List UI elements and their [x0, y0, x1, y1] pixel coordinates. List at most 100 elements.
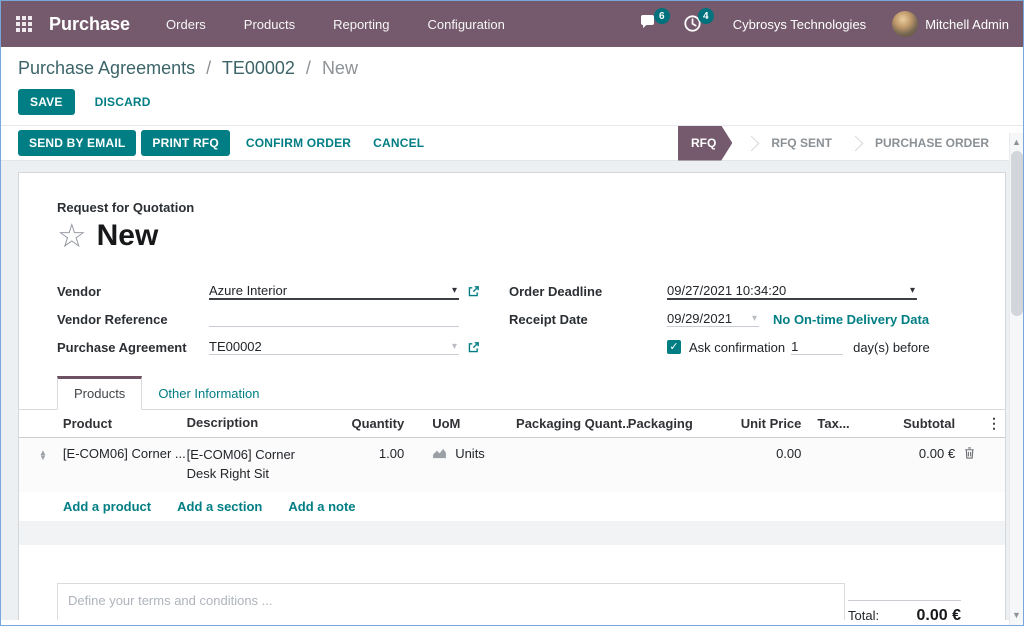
stage-chevron-icon: [848, 135, 864, 151]
content-area: Request for Quotation ☆ New Vendor Azure…: [1, 161, 1023, 620]
stage-rfq[interactable]: RFQ: [678, 126, 732, 161]
activities-badge: 4: [698, 8, 714, 24]
cancel-button[interactable]: CANCEL: [362, 130, 435, 156]
totals-box: Total: 0.00 €: [848, 600, 961, 620]
app-name[interactable]: Purchase: [49, 14, 130, 35]
navbar-right: 6 4 Cybrosys Technologies Mitchell Admin: [639, 11, 1009, 37]
cell-uom-value: Units: [455, 446, 485, 461]
terms-and-conditions-input[interactable]: Define your terms and conditions ...: [57, 583, 845, 620]
apps-grid-icon[interactable]: [16, 16, 33, 33]
doc-type-label: Request for Quotation: [19, 173, 1005, 215]
cell-unit-price[interactable]: 0.00: [720, 446, 802, 461]
vendor-dropdown-icon[interactable]: ▾: [452, 285, 459, 296]
total-value: 0.00 €: [917, 607, 961, 620]
form-sheet: Request for Quotation ☆ New Vendor Azure…: [18, 172, 1006, 620]
cell-product[interactable]: [E-COM06] Corner ...: [63, 446, 187, 461]
vendor-external-link-icon[interactable]: [467, 285, 480, 298]
empty-stripe-row: [19, 521, 1005, 545]
messages-icon[interactable]: 6: [639, 14, 661, 34]
order-deadline-field[interactable]: 09/27/2021 10:34:20 ▾: [667, 283, 917, 300]
vendor-reference-field[interactable]: [209, 311, 459, 327]
purchase-agreement-value[interactable]: TE00002: [209, 339, 262, 354]
header-packaging-quantity: Packaging Quant...: [502, 416, 628, 431]
favorite-star-icon[interactable]: ☆: [57, 219, 87, 253]
delete-row-cell: [955, 446, 983, 463]
receipt-date-value[interactable]: 09/29/2021: [667, 311, 732, 326]
breadcrumb-current: New: [322, 58, 358, 78]
add-a-note-link[interactable]: Add a note: [288, 499, 355, 514]
send-by-email-button[interactable]: SEND BY EMAIL: [18, 130, 136, 156]
drag-handle-icon[interactable]: ▲▼: [23, 446, 63, 463]
purchase-agreement-field[interactable]: TE00002 ▾: [209, 339, 459, 355]
order-deadline-dropdown-icon[interactable]: ▾: [910, 285, 917, 296]
statusbar: RFQ RFQ SENT PURCHASE ORDER: [678, 126, 993, 160]
breadcrumb-separator: /: [200, 58, 217, 78]
scroll-down-icon[interactable]: ▼: [1010, 608, 1023, 623]
breadcrumb: Purchase Agreements / TE00002 / New: [1, 47, 1023, 79]
bottom-section: Define your terms and conditions ... Tot…: [19, 583, 1005, 620]
vendor-value[interactable]: Azure Interior: [209, 283, 287, 298]
menu-configuration[interactable]: Configuration: [427, 17, 504, 32]
notebook-tabs: Products Other Information: [19, 376, 1005, 410]
ask-days-suffix: day(s) before: [853, 340, 930, 355]
header-description: Description: [187, 414, 327, 433]
purchase-agreement-external-link-icon[interactable]: [467, 341, 480, 354]
stage-purchase-order[interactable]: PURCHASE ORDER: [871, 136, 993, 150]
discard-button[interactable]: DISCARD: [83, 89, 163, 115]
title-row: ☆ New: [19, 219, 1005, 253]
receipt-date-field[interactable]: 09/29/2021 ▾: [667, 311, 759, 327]
cell-quantity[interactable]: 1.00: [326, 446, 404, 461]
receipt-date-label: Receipt Date: [509, 312, 667, 327]
scroll-up-icon[interactable]: ▲: [1010, 135, 1023, 150]
breadcrumb-separator: /: [300, 58, 317, 78]
ask-confirmation-checkbox[interactable]: ✓: [667, 340, 681, 354]
user-avatar[interactable]: [892, 11, 918, 37]
activities-icon[interactable]: 4: [683, 14, 705, 34]
table-add-links-row: Add a product Add a section Add a note: [19, 492, 1005, 521]
table-row: ▲▼ [E-COM06] Corner ... [E-COM06] Corner…: [19, 438, 1005, 492]
order-lines-table: Product Description Quantity UoM Packagi…: [19, 410, 1005, 545]
trash-icon[interactable]: [963, 446, 976, 460]
receipt-date-dropdown-icon[interactable]: ▾: [752, 313, 759, 324]
messages-badge: 6: [654, 8, 670, 24]
print-rfq-button[interactable]: PRINT RFQ: [141, 130, 229, 156]
optional-columns-icon[interactable]: ⋮: [983, 415, 1005, 432]
breadcrumb-purchase-agreements[interactable]: Purchase Agreements: [18, 58, 195, 78]
menu-products[interactable]: Products: [244, 17, 295, 32]
breadcrumb-te00002[interactable]: TE00002: [222, 58, 295, 78]
vendor-field[interactable]: Azure Interior ▾: [209, 283, 459, 300]
cell-description[interactable]: [E-COM06] Corner Desk Right Sit: [187, 446, 327, 484]
edit-controls: SAVE DISCARD: [1, 79, 1023, 115]
add-a-product-link[interactable]: Add a product: [63, 499, 151, 514]
cell-subtotal: 0.00 €: [851, 446, 955, 461]
menu-orders[interactable]: Orders: [166, 17, 206, 32]
header-subtotal: Subtotal: [851, 416, 955, 431]
on-time-delivery-note: No On-time Delivery Data: [773, 312, 929, 327]
cell-uom[interactable]: Units: [404, 446, 502, 461]
save-button[interactable]: SAVE: [18, 89, 75, 115]
action-bar: SEND BY EMAIL PRINT RFQ CONFIRM ORDER CA…: [1, 125, 1023, 161]
confirm-order-button[interactable]: CONFIRM ORDER: [235, 130, 362, 156]
vendor-reference-value[interactable]: [209, 311, 213, 326]
menu-reporting[interactable]: Reporting: [333, 17, 389, 32]
add-a-section-link[interactable]: Add a section: [177, 499, 262, 514]
forecast-chart-icon[interactable]: [432, 448, 447, 459]
table-header-row: Product Description Quantity UoM Packagi…: [19, 410, 1005, 438]
ask-days-input[interactable]: [791, 339, 843, 355]
order-deadline-value[interactable]: 09/27/2021 10:34:20: [667, 283, 786, 298]
tab-other-information[interactable]: Other Information: [142, 379, 275, 409]
company-switcher[interactable]: Cybrosys Technologies: [733, 17, 866, 32]
header-uom: UoM: [404, 416, 502, 431]
stage-chevron-icon: [744, 135, 760, 151]
header-unit-price: Unit Price: [720, 416, 802, 431]
tab-products[interactable]: Products: [57, 376, 142, 410]
header-quantity: Quantity: [326, 416, 404, 431]
user-menu[interactable]: Mitchell Admin: [925, 17, 1009, 32]
scrollbar[interactable]: ▲ ▼: [1009, 133, 1023, 625]
vendor-reference-label: Vendor Reference: [57, 312, 209, 327]
purchase-agreement-dropdown-icon[interactable]: ▾: [452, 341, 459, 352]
header-taxes: Tax...: [801, 416, 851, 431]
total-label: Total:: [848, 608, 879, 620]
scrollbar-thumb[interactable]: [1011, 151, 1023, 316]
stage-rfq-sent[interactable]: RFQ SENT: [767, 136, 836, 150]
